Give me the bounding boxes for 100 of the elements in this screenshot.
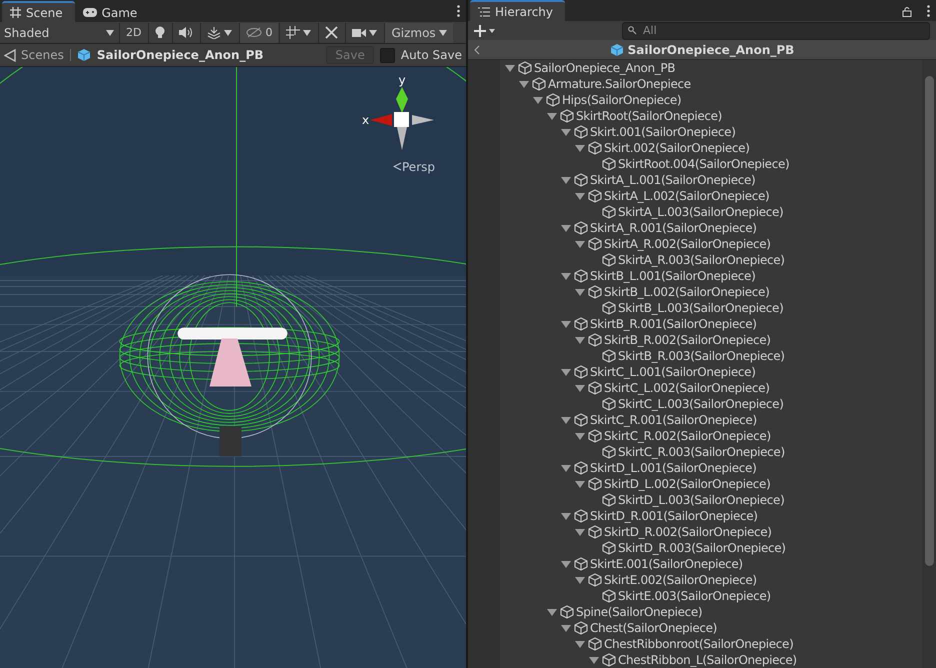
cube-icon — [602, 301, 616, 315]
cube-icon — [588, 141, 602, 155]
hierarchy-item[interactable]: SkirtA_L.002(SailorOnepiece) — [604, 189, 770, 203]
hierarchy-item[interactable]: SkirtC_L.001(SailorOnepiece) — [590, 365, 756, 379]
search-field[interactable]: All — [622, 22, 930, 40]
hierarchy-item[interactable]: SkirtB_L.003(SailorOnepiece) — [618, 301, 784, 315]
expand-toggle-icon[interactable] — [574, 190, 586, 202]
add-menu-icon[interactable] — [474, 24, 496, 36]
gizmos-dropdown[interactable]: Gizmos — [384, 22, 453, 42]
expand-toggle-icon[interactable] — [574, 574, 586, 586]
hierarchy-item[interactable]: Chest(SailorOnepiece) — [590, 621, 717, 635]
expand-toggle-icon[interactable] — [546, 606, 558, 618]
hierarchy-item[interactable]: SkirtB_R.002(SailorOnepiece) — [604, 333, 771, 347]
expand-toggle-icon[interactable] — [574, 238, 586, 250]
more-options-icon[interactable] — [927, 5, 930, 17]
expand-toggle-icon[interactable] — [588, 654, 600, 666]
expand-toggle-icon[interactable] — [560, 174, 572, 186]
expand-toggle-icon[interactable] — [560, 510, 572, 522]
expand-toggle-icon[interactable] — [574, 142, 586, 154]
expand-toggle-icon[interactable] — [518, 78, 530, 90]
expand-toggle-icon[interactable] — [560, 126, 572, 138]
hierarchy-item[interactable]: SkirtB_L.002(SailorOnepiece) — [604, 285, 770, 299]
prefab-title: SailorOnepiece_Anon_PB — [628, 42, 794, 56]
hierarchy-tab[interactable]: Hierarchy — [470, 0, 566, 21]
cube-icon — [588, 237, 602, 251]
hierarchy-item[interactable]: SkirtA_R.003(SailorOnepiece) — [618, 253, 785, 267]
hierarchy-item[interactable]: Hips(SailorOnepiece) — [562, 93, 682, 107]
hierarchy-item[interactable]: ChestRibbonroot(SailorOnepiece) — [604, 637, 794, 651]
expand-toggle-icon[interactable] — [574, 334, 586, 346]
orientation-gizmo[interactable]: y x — [362, 75, 442, 150]
expand-toggle-icon[interactable] — [560, 270, 572, 282]
expand-toggle-icon[interactable] — [560, 462, 572, 474]
hierarchy-item[interactable]: SkirtA_R.002(SailorOnepiece) — [604, 237, 771, 251]
hierarchy-item[interactable]: Skirt.001(SailorOnepiece) — [590, 125, 736, 139]
hierarchy-item[interactable]: SkirtD_R.001(SailorOnepiece) — [590, 509, 758, 523]
panel-tab[interactable]: Scene — [2, 1, 75, 22]
expand-toggle-icon[interactable] — [574, 286, 586, 298]
scrollbar-thumb[interactable] — [924, 76, 934, 566]
hierarchy-item[interactable]: SkirtD_L.002(SailorOnepiece) — [604, 477, 770, 491]
expand-toggle-icon[interactable] — [574, 430, 586, 442]
hierarchy-item[interactable]: SkirtE.002(SailorOnepiece) — [604, 573, 757, 587]
cube-icon — [588, 637, 602, 651]
bulb-icon — [155, 26, 166, 39]
hierarchy-item[interactable]: ChestRibbon_L(SailorOnepiece) — [618, 653, 797, 667]
hierarchy-item[interactable]: SkirtE.003(SailorOnepiece) — [618, 589, 771, 603]
expand-toggle-icon[interactable] — [560, 222, 572, 234]
hierarchy-item[interactable]: SkirtC_R.002(SailorOnepiece) — [604, 429, 771, 443]
hierarchy-item[interactable]: SkirtB_R.003(SailorOnepiece) — [618, 349, 785, 363]
panel-tab[interactable]: Game — [74, 1, 150, 22]
cube-icon — [574, 461, 588, 475]
hierarchy-item[interactable]: SkirtC_L.003(SailorOnepiece) — [618, 397, 784, 411]
cube-icon — [560, 605, 574, 619]
hierarchy-item[interactable]: SkirtA_R.001(SailorOnepiece) — [590, 221, 757, 235]
hierarchy-item[interactable]: SkirtB_L.001(SailorOnepiece) — [590, 269, 756, 283]
hierarchy-item[interactable]: SkirtE.001(SailorOnepiece) — [590, 557, 743, 571]
expand-toggle-icon[interactable] — [560, 558, 572, 570]
more-options-icon[interactable] — [457, 5, 460, 17]
expand-toggle-icon[interactable] — [560, 414, 572, 426]
prefab-breadcrumb[interactable]: SailorOnepiece_Anon_PB — [96, 48, 264, 62]
expand-toggle-icon[interactable] — [574, 638, 586, 650]
hierarchy-item[interactable]: SkirtB_R.001(SailorOnepiece) — [590, 317, 757, 331]
hierarchy-item[interactable]: SkirtD_R.003(SailorOnepiece) — [618, 541, 786, 555]
list-icon — [478, 6, 490, 16]
auto-save-checkbox[interactable] — [380, 48, 395, 62]
hierarchy-item[interactable]: SkirtD_R.002(SailorOnepiece) — [604, 525, 772, 539]
prefab-cube-icon — [76, 48, 91, 62]
hierarchy-item[interactable]: Spine(SailorOnepiece) — [576, 605, 702, 619]
scenes-breadcrumb[interactable]: Scenes — [4, 48, 64, 62]
expand-toggle-icon[interactable] — [574, 382, 586, 394]
cube-icon — [602, 397, 616, 411]
expand-toggle-icon[interactable] — [504, 62, 516, 74]
hierarchy-item[interactable]: SkirtD_L.001(SailorOnepiece) — [590, 461, 756, 475]
projection-label[interactable]: Persp — [393, 160, 435, 174]
hierarchy-item[interactable]: SkirtC_L.002(SailorOnepiece) — [604, 381, 770, 395]
cube-icon — [560, 109, 574, 123]
hierarchy-item[interactable]: SailorOnepiece_Anon_PB — [534, 61, 676, 75]
hierarchy-item[interactable]: SkirtA_L.001(SailorOnepiece) — [590, 173, 756, 187]
hash-icon — [10, 7, 21, 18]
cube-icon — [532, 77, 546, 91]
expand-toggle-icon[interactable] — [532, 94, 544, 106]
lock-icon[interactable] — [902, 6, 912, 17]
expand-toggle-icon[interactable] — [560, 318, 572, 330]
hierarchy-item[interactable]: SkirtD_L.003(SailorOnepiece) — [618, 493, 784, 507]
expand-toggle-icon[interactable] — [574, 526, 586, 538]
expand-toggle-icon[interactable] — [546, 110, 558, 122]
expand-toggle-icon[interactable] — [560, 366, 572, 378]
hierarchy-item[interactable]: Armature.SailorOnepiece — [548, 77, 691, 91]
hierarchy-item[interactable]: SkirtRoot.004(SailorOnepiece) — [618, 157, 790, 171]
hidden-objects-toggle[interactable]: 0 — [239, 22, 278, 42]
hierarchy-item[interactable]: SkirtRoot(SailorOnepiece) — [576, 109, 722, 123]
hierarchy-item[interactable]: SkirtA_L.003(SailorOnepiece) — [618, 205, 784, 219]
cube-icon — [588, 525, 602, 539]
hierarchy-item[interactable]: SkirtC_R.003(SailorOnepiece) — [618, 445, 785, 459]
cube-icon — [602, 445, 616, 459]
cube-icon — [574, 221, 588, 235]
back-chevron-icon[interactable] — [474, 44, 480, 54]
expand-toggle-icon[interactable] — [560, 622, 572, 634]
hierarchy-item[interactable]: SkirtC_R.001(SailorOnepiece) — [590, 413, 757, 427]
expand-toggle-icon[interactable] — [574, 478, 586, 490]
hierarchy-item[interactable]: Skirt.002(SailorOnepiece) — [604, 141, 750, 155]
